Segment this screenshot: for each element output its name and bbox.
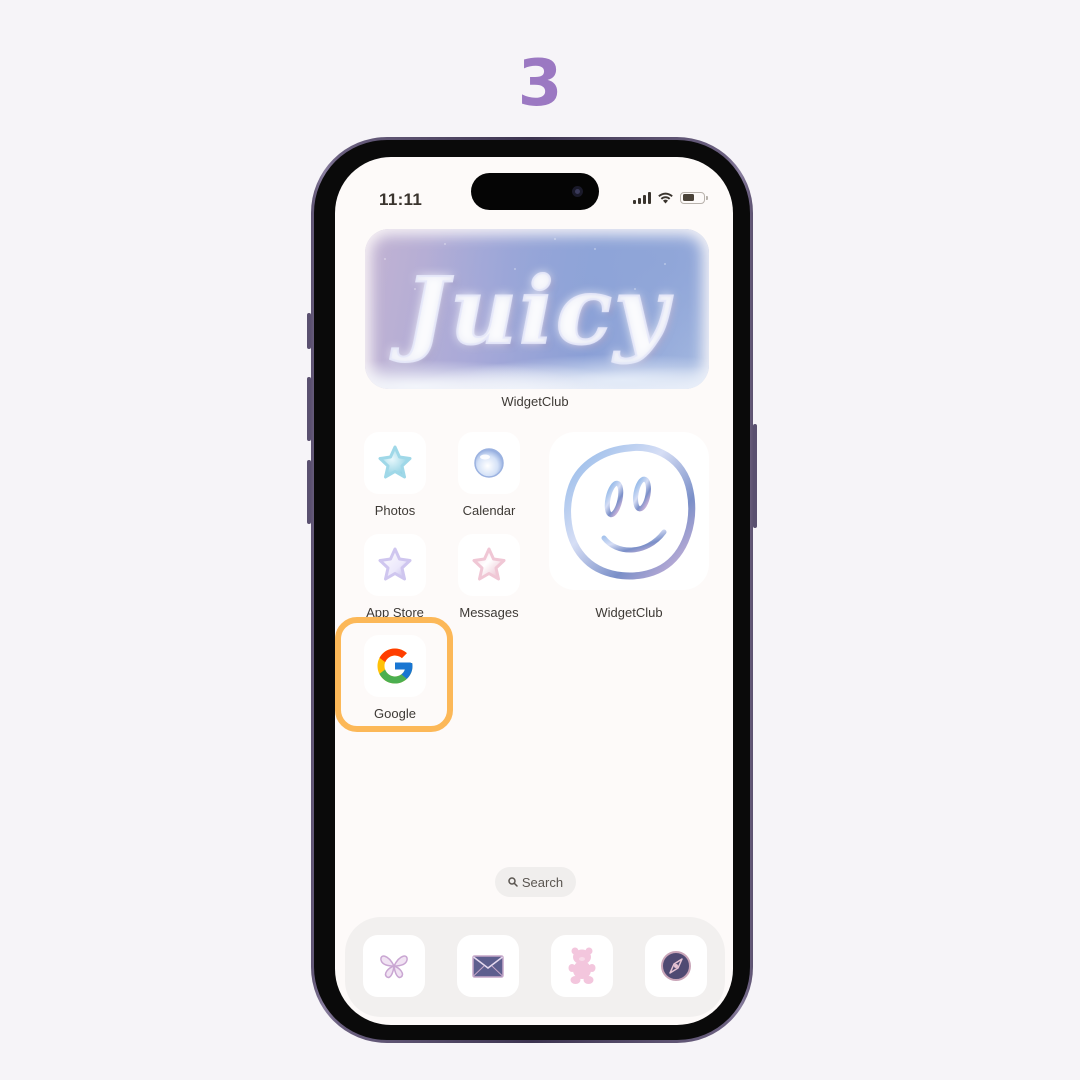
blue-star-icon [378, 445, 412, 479]
power-button[interactable] [753, 424, 757, 528]
cellular-signal-icon [633, 191, 651, 204]
smiley-widget-label: WidgetClub [595, 605, 663, 620]
google-highlight-box [335, 617, 453, 732]
compass-icon [661, 951, 691, 981]
smiley-widget[interactable] [549, 432, 709, 590]
app-label-calendar: Calendar [462, 503, 516, 518]
dock-app-butterfly[interactable] [363, 935, 425, 997]
search-label: Search [521, 874, 564, 890]
phone-frame: 11:11 Juicy WidgetClub Photos Calendar A… [307, 137, 757, 1043]
envelope-icon [472, 955, 504, 978]
dock [345, 917, 725, 1017]
dock-app-compass[interactable] [645, 935, 707, 997]
home-screen: 11:11 Juicy WidgetClub Photos Calendar A… [335, 157, 733, 1025]
app-app-store[interactable] [364, 534, 426, 596]
juicy-widget-label: WidgetClub [501, 394, 569, 409]
search-icon [508, 877, 518, 887]
app-messages[interactable] [458, 534, 520, 596]
app-label-messages: Messages [459, 605, 519, 620]
app-photos[interactable] [364, 432, 426, 494]
dock-app-gummy-bear[interactable] [551, 935, 613, 997]
juicy-widget[interactable]: Juicy [365, 229, 709, 389]
butterfly-icon [380, 955, 408, 979]
pink-star-icon [472, 547, 506, 581]
battery-icon [680, 191, 708, 204]
wifi-icon [658, 192, 673, 204]
gummy-bear-icon [568, 947, 596, 984]
dynamic-island [471, 173, 599, 210]
step-number: 3 [517, 47, 563, 121]
smiley-face-icon [564, 443, 696, 580]
app-calendar[interactable] [458, 432, 520, 494]
status-time: 11:11 [379, 190, 423, 209]
volume-down-button[interactable] [307, 460, 311, 524]
volume-up-button[interactable] [307, 377, 311, 441]
status-icons [633, 191, 708, 204]
camera-icon [572, 186, 583, 197]
search-button[interactable]: Search [495, 867, 576, 897]
app-label-photos: Photos [374, 503, 416, 518]
dock-app-mail[interactable] [457, 935, 519, 997]
bubble-orb-icon [474, 448, 504, 478]
clouds-decoration [365, 339, 709, 389]
action-button[interactable] [307, 313, 311, 349]
lilac-star-icon [378, 547, 412, 581]
